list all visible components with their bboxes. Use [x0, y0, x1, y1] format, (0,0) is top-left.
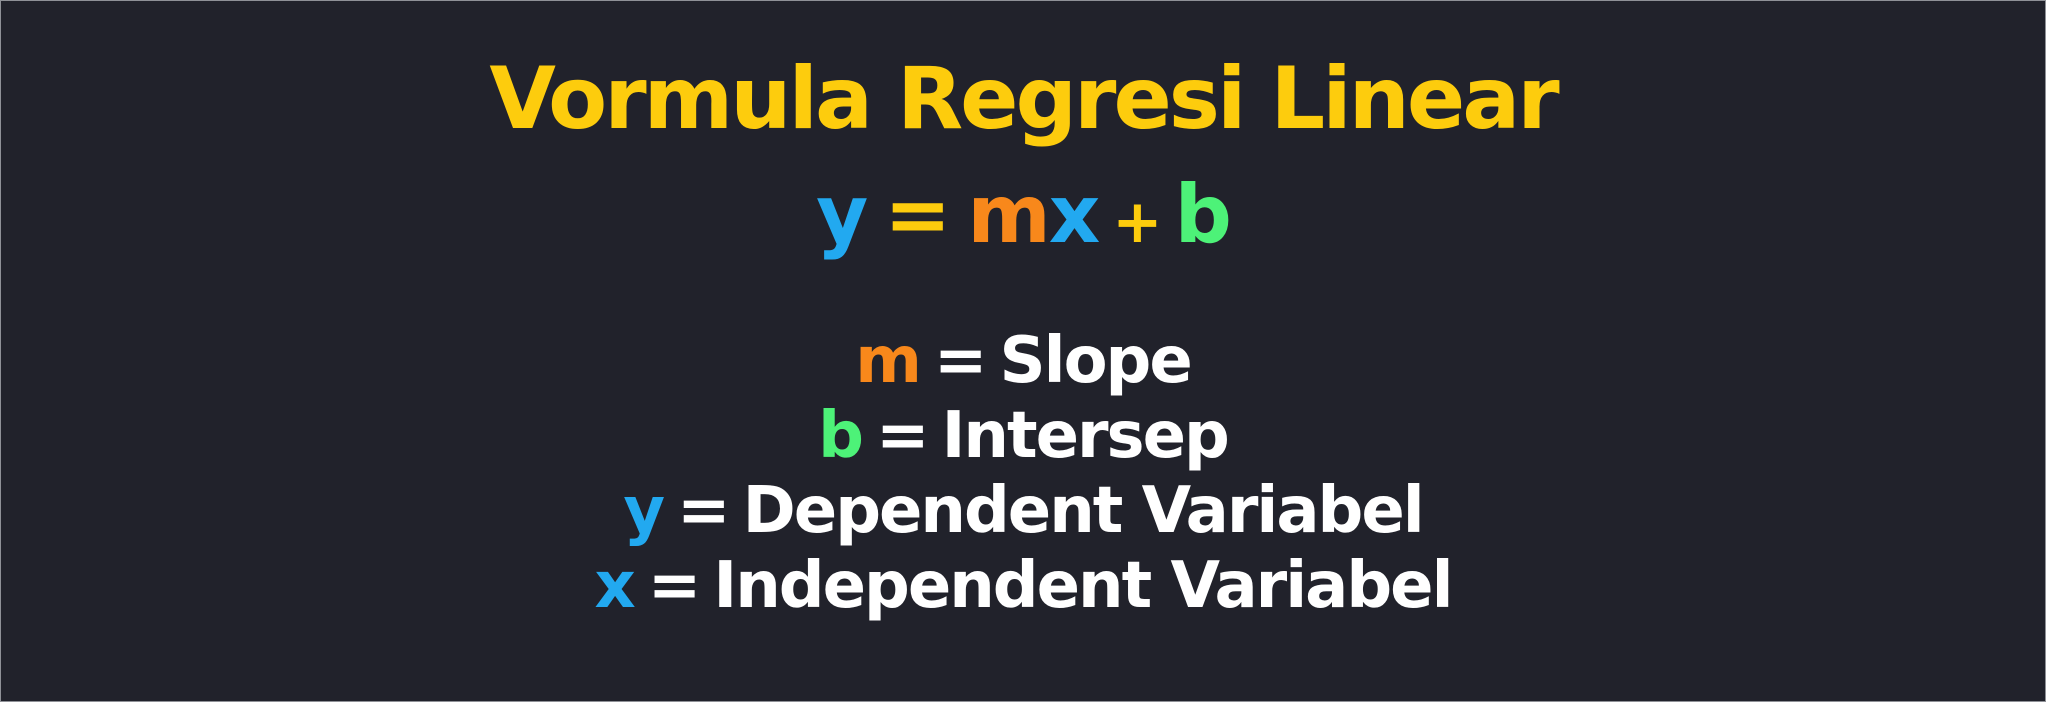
- definition-equals: =: [933, 324, 988, 398]
- formula-equals: =: [884, 168, 951, 261]
- definitions-list: m = Slope b = Intersep y = Dependent Variabel …: [1, 324, 2045, 624]
- definition-label: Slope: [999, 324, 1193, 398]
- definition-symbol: y: [623, 474, 665, 548]
- definition-equals: =: [647, 549, 702, 623]
- slide-canvas: Vormula Regresi Linear y = mx + b m = Slope b =…: [0, 0, 2046, 702]
- definition-equals: =: [677, 474, 731, 548]
- definition-label: Dependent Variabel: [742, 474, 1425, 548]
- definition-equals: =: [875, 399, 930, 473]
- slide-title: Vormula Regresi Linear: [489, 49, 1559, 149]
- formula-b: b: [1174, 168, 1232, 261]
- definition-label: Independent Variabel: [713, 549, 1453, 623]
- definition-symbol: m: [855, 324, 922, 398]
- formula-x: x: [1048, 168, 1101, 261]
- regression-formula: y = mx + b: [1, 169, 2045, 268]
- definition-symbol: b: [818, 399, 864, 473]
- formula-y: y: [816, 168, 868, 261]
- definition-independent: x = Independent Variabel: [1, 549, 2045, 624]
- definition-symbol: x: [594, 549, 636, 623]
- definition-label: Intersep: [941, 399, 1230, 473]
- formula-m: m: [967, 168, 1050, 261]
- definition-dependent: y = Dependent Variabel: [1, 474, 2045, 549]
- formula-plus: +: [1112, 187, 1162, 257]
- definition-intersep: b = Intersep: [1, 399, 2045, 474]
- definition-slope: m = Slope: [1, 324, 2045, 399]
